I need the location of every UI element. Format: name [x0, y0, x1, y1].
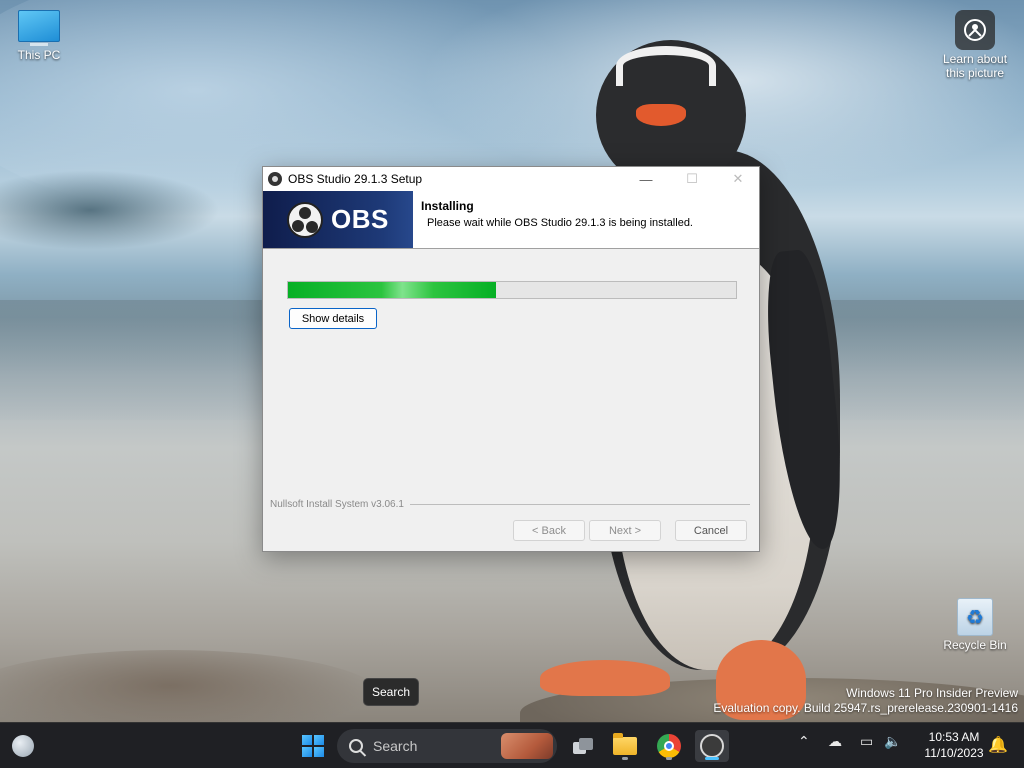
divider [409, 504, 750, 505]
close-button[interactable]: ✕ [715, 167, 761, 191]
window-title: OBS Studio 29.1.3 Setup [288, 172, 423, 186]
maximize-button[interactable]: ☐ [669, 167, 715, 191]
page-subtitle: Please wait while OBS Studio 29.1.3 is b… [427, 217, 693, 229]
show-details-button[interactable]: Show details [289, 308, 377, 329]
windows-watermark: Windows 11 Pro Insider Preview Evaluatio… [713, 686, 1018, 716]
chevron-up-icon[interactable]: ⌃ [798, 733, 810, 750]
weather-icon [12, 735, 34, 757]
clock-time: 10:53 AM [928, 730, 980, 744]
task-view-icon [573, 738, 593, 754]
desktop-icon-label: Recycle Bin [943, 638, 1007, 652]
obs-banner-text: OBS [331, 204, 389, 234]
cancel-button[interactable]: Cancel [675, 520, 747, 541]
obs-banner: OBS [263, 191, 413, 248]
taskbar: Search ⌃ ☁ ▭ 🔈 10:53 AM 11/10/2023 🔔 [0, 722, 1024, 768]
recycle-bin-icon: ♻ [957, 598, 993, 636]
monitor-icon [18, 10, 60, 42]
next-button[interactable]: Next > [589, 520, 661, 541]
search-icon [349, 739, 363, 753]
cloud-off-icon[interactable]: ☁ [828, 733, 842, 750]
taskbar-search-box[interactable]: Search [337, 729, 557, 763]
file-explorer-button[interactable] [608, 730, 642, 762]
watermark-line: Evaluation copy. Build 25947.rs_prerelea… [713, 701, 1018, 715]
desktop-icon-learn-about-picture[interactable]: Learn about this picture [938, 10, 1012, 80]
installer-header: OBS Installing Please wait while OBS Stu… [263, 191, 759, 249]
obs-logo-icon [287, 201, 323, 238]
notification-bell-icon[interactable]: 🔔 [988, 735, 1008, 755]
file-explorer-icon [613, 733, 637, 755]
speaker-icon[interactable]: 🔈 [884, 733, 901, 750]
minimize-button[interactable]: — [623, 167, 669, 191]
desktop-icon-label: Learn about [942, 52, 1008, 66]
start-icon [302, 735, 324, 757]
search-placeholder: Search [373, 738, 418, 754]
page-title: Installing [421, 199, 474, 213]
obs-taskbar-button[interactable] [695, 730, 729, 762]
chrome-icon [657, 734, 681, 758]
start-button[interactable] [296, 730, 330, 762]
task-view-button[interactable] [566, 730, 600, 762]
progress-fill [288, 282, 497, 298]
install-progress-bar [287, 281, 737, 299]
back-button[interactable]: < Back [513, 520, 585, 541]
desktop-icon-label: this picture [945, 66, 1005, 80]
weather-widget[interactable] [6, 730, 40, 762]
desktop-icon-this-pc[interactable]: This PC [10, 10, 68, 62]
system-clock[interactable]: 10:53 AM 11/10/2023 [912, 729, 996, 761]
desktop-icon-recycle-bin[interactable]: ♻ Recycle Bin [940, 598, 1010, 652]
search-highlight-image [501, 733, 553, 759]
display-icon[interactable]: ▭ [860, 733, 873, 750]
nsis-branding-text: Nullsoft Install System v3.06.1 [270, 499, 404, 510]
obs-icon [700, 734, 724, 758]
title-bar[interactable]: OBS Studio 29.1.3 Setup — ☐ ✕ [263, 167, 759, 191]
obs-app-icon [268, 172, 282, 186]
clock-date: 11/10/2023 [924, 746, 984, 760]
desktop-icon-label: This PC [17, 48, 61, 62]
watermark-line: Windows 11 Pro Insider Preview [846, 686, 1018, 700]
chrome-button[interactable] [652, 730, 686, 762]
nsis-branding: Nullsoft Install System v3.06.1 [270, 499, 750, 510]
installer-window: OBS Studio 29.1.3 Setup — ☐ ✕ OBS Instal… [262, 166, 760, 552]
search-tooltip: Search [363, 678, 419, 706]
camera-icon [955, 10, 995, 50]
